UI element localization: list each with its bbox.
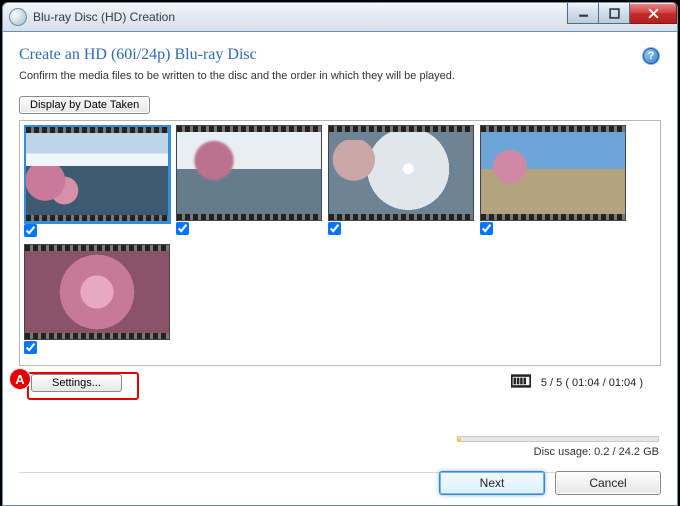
next-button[interactable]: Next	[439, 471, 545, 495]
app-icon	[9, 8, 27, 26]
media-checkbox[interactable]	[328, 222, 341, 235]
media-thumbnail[interactable]	[176, 125, 322, 240]
media-checkbox[interactable]	[24, 224, 37, 237]
cancel-button[interactable]: Cancel	[555, 471, 661, 495]
settings-button[interactable]: Settings...	[31, 374, 122, 392]
disc-usage-text: Disc usage: 0.2 / 24.2 GB	[534, 446, 659, 458]
close-button[interactable]	[630, 3, 677, 24]
page-instruction: Confirm the media files to be written to…	[19, 70, 661, 82]
media-checkbox[interactable]	[24, 341, 37, 354]
window-title: Blu-ray Disc (HD) Creation	[33, 10, 175, 24]
count-status: 5 / 5 ( 01:04 / 01:04 )	[541, 377, 643, 389]
media-thumbnail[interactable]	[24, 125, 170, 240]
media-checkbox[interactable]	[176, 222, 189, 235]
minimize-button[interactable]	[567, 3, 599, 24]
content-area: ? Create an HD (60i/24p) Blu-ray Disc Co…	[2, 32, 678, 506]
media-list	[19, 120, 661, 366]
annotation-marker: A	[9, 368, 31, 390]
display-by-date-button[interactable]: Display by Date Taken	[19, 96, 150, 114]
page-heading: Create an HD (60i/24p) Blu-ray Disc	[19, 46, 661, 64]
maximize-button[interactable]	[599, 3, 630, 24]
media-list-scroll[interactable]	[24, 125, 660, 361]
media-thumbnail[interactable]	[24, 244, 170, 357]
help-icon[interactable]: ?	[643, 48, 659, 64]
media-thumbnail[interactable]	[480, 125, 626, 240]
media-thumbnail[interactable]	[328, 125, 474, 240]
disc-usage-bar	[457, 436, 659, 442]
media-checkbox[interactable]	[480, 222, 493, 235]
titlebar[interactable]: Blu-ray Disc (HD) Creation	[2, 2, 678, 32]
filmstrip-icon	[511, 374, 531, 391]
